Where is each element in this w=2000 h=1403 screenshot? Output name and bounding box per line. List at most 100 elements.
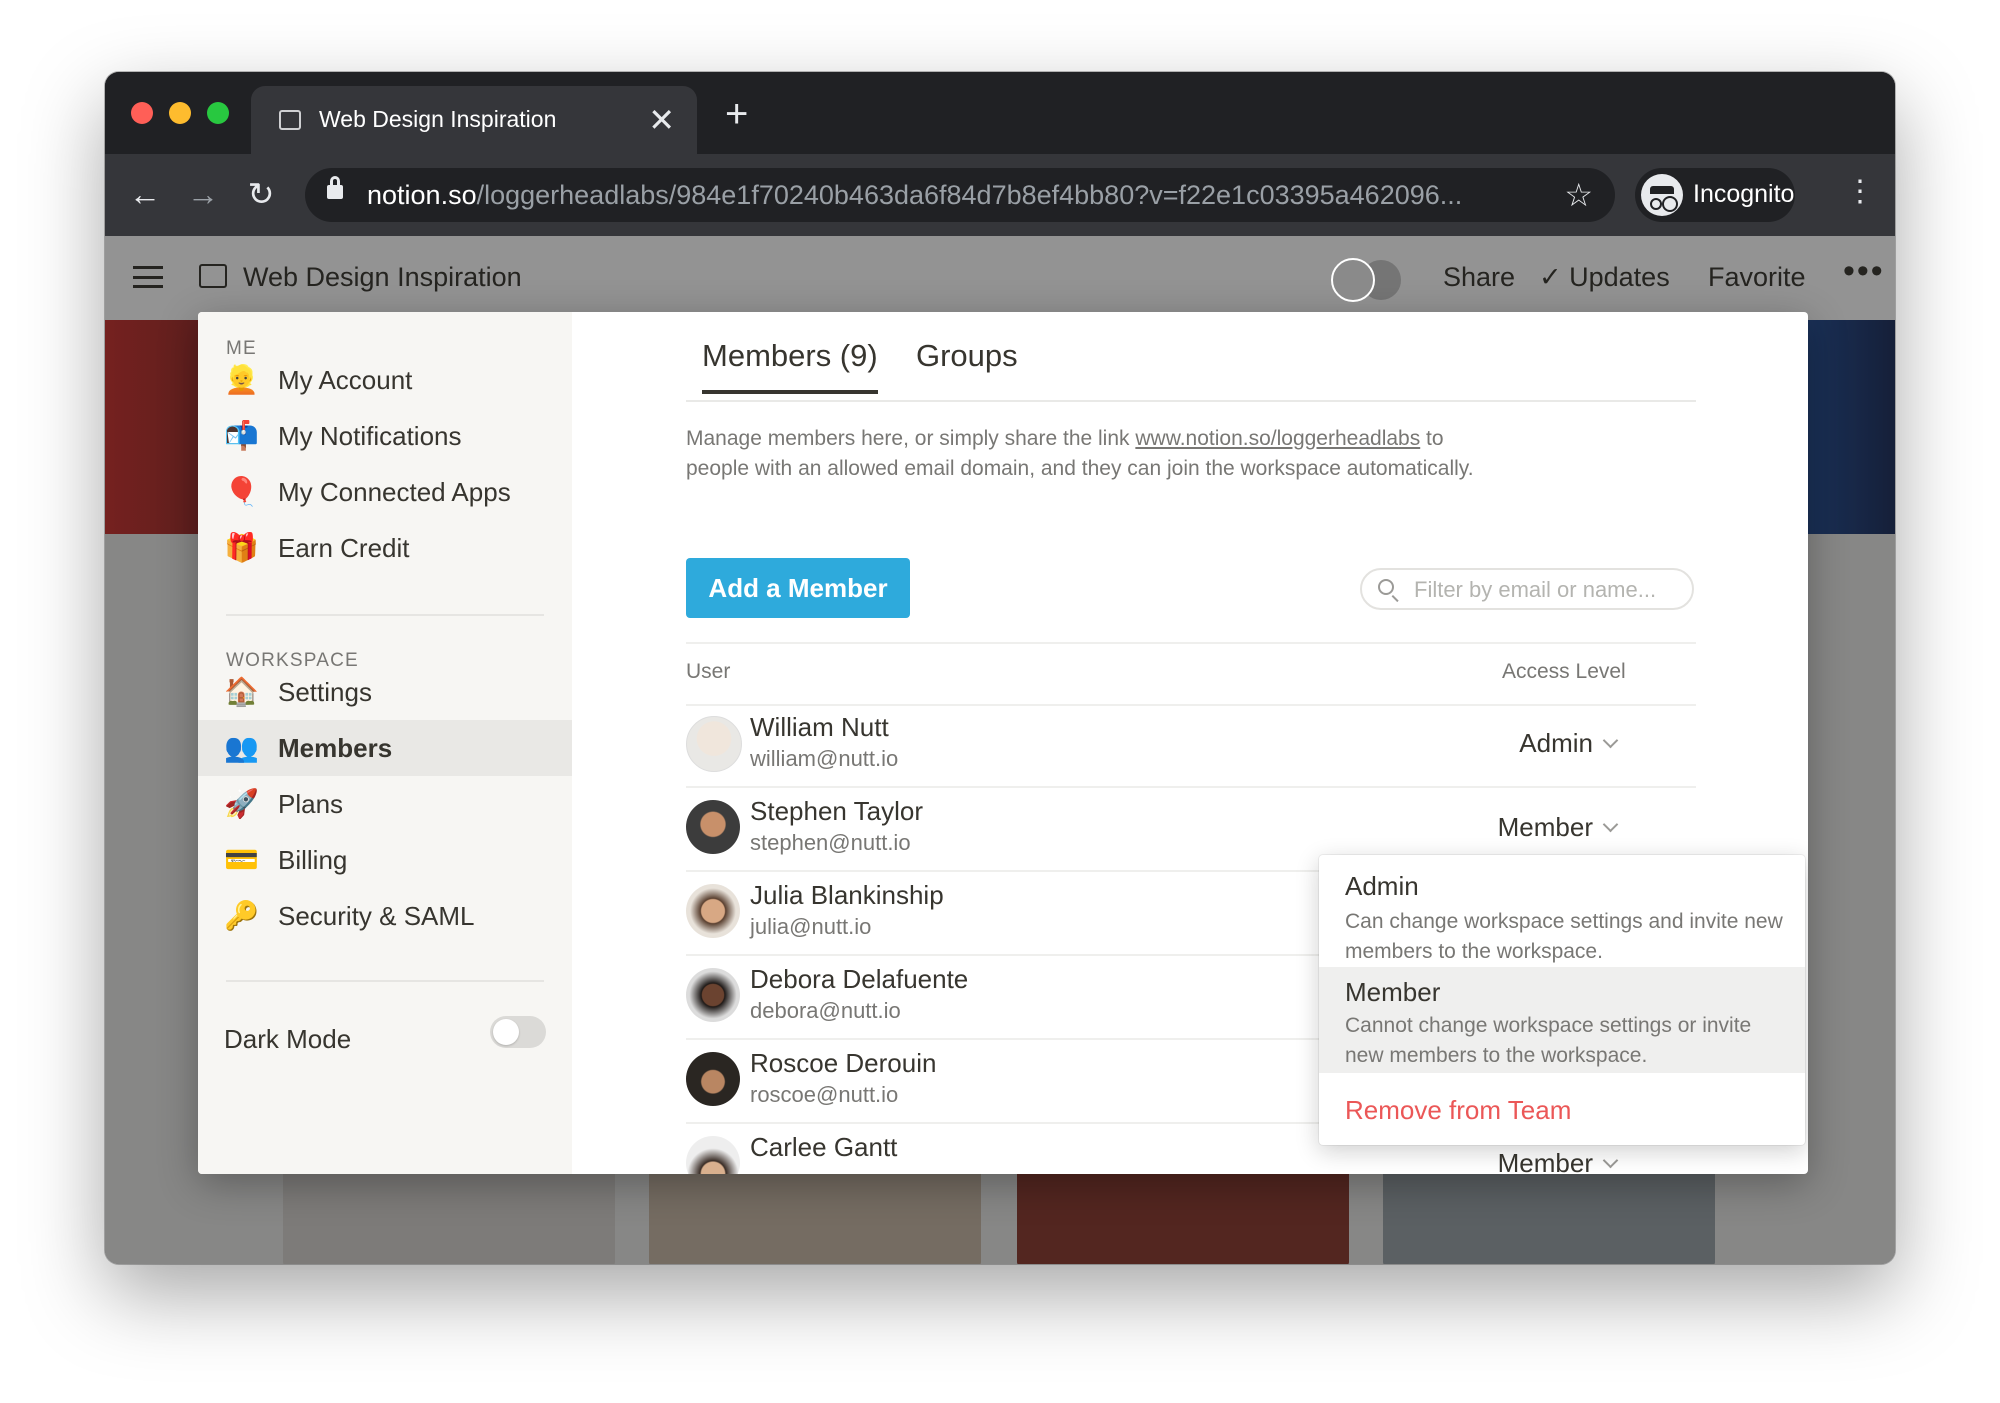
members-description: Manage members here, or simply share the… — [686, 424, 1506, 484]
reload-icon[interactable]: ↻ — [241, 174, 281, 214]
avatar — [686, 884, 740, 938]
access-level-value: Member — [1497, 812, 1593, 842]
member-email: debora@nutt.io — [750, 998, 901, 1023]
table-row: William Nutt william@nutt.io Admin — [686, 702, 1696, 788]
member-filter-input[interactable]: Filter by email or name... — [1360, 568, 1694, 610]
search-icon — [1378, 579, 1394, 595]
option-title: Admin — [1345, 871, 1419, 901]
sidebar-item-settings[interactable]: 🏠 Settings — [198, 664, 572, 720]
url-host: notion.so — [367, 180, 477, 210]
access-level-value: Admin — [1519, 728, 1593, 758]
page-favicon-icon — [279, 110, 301, 130]
sidebar-item-label: My Account — [278, 365, 413, 395]
remove-from-team-button[interactable]: Remove from Team — [1345, 1095, 1571, 1126]
url-path: /loggerheadlabs/984e1f70240b463da6f84d7b… — [476, 180, 1463, 210]
members-tabs: Members (9) Groups — [686, 312, 1696, 402]
bookmark-star-icon[interactable]: ☆ — [1564, 176, 1593, 214]
avatar — [686, 800, 740, 854]
settings-sidebar: ME 👱 My Account 📬 My Notifications 🎈 My … — [198, 312, 572, 1174]
tab-title: Web Design Inspiration — [319, 106, 557, 132]
sidebar-item-security-saml[interactable]: 🔑 Security & SAML — [198, 888, 572, 944]
mailbox-icon: 📬 — [224, 420, 259, 451]
member-name: Debora Delafuente — [750, 964, 969, 994]
incognito-label: Incognito — [1693, 180, 1795, 208]
tab-strip: Web Design Inspiration ✕ + — [105, 72, 1895, 154]
member-email: stephen@nutt.io — [750, 830, 911, 855]
sidebar-item-label: Settings — [278, 677, 372, 707]
minimize-window-button[interactable] — [169, 102, 191, 124]
add-member-button[interactable]: Add a Member — [686, 558, 910, 618]
menu-option-admin[interactable]: Admin Can change workspace settings and … — [1319, 855, 1805, 967]
member-name: Carlee Gantt — [750, 1132, 898, 1162]
workspace-share-link[interactable]: www.notion.so/loggerheadlabs — [1135, 427, 1420, 450]
rocket-icon: 🚀 — [224, 788, 259, 819]
house-icon: 🏠 — [224, 676, 259, 707]
address-bar[interactable]: notion.so/loggerheadlabs/984e1f70240b463… — [305, 168, 1615, 222]
filter-placeholder: Filter by email or name... — [1414, 577, 1657, 602]
access-level-dropdown[interactable]: Admin — [1519, 728, 1619, 759]
member-name: Roscoe Derouin — [750, 1048, 937, 1078]
balloon-icon: 🎈 — [224, 476, 259, 507]
sidebar-item-label: My Notifications — [278, 421, 462, 451]
member-name: Julia Blankinship — [750, 880, 944, 910]
option-description: Can change workspace settings and invite… — [1345, 910, 1783, 963]
credit-card-icon: 💳 — [224, 844, 259, 875]
chevron-down-icon — [1602, 1152, 1619, 1169]
avatar — [686, 1136, 740, 1174]
sidebar-divider — [226, 614, 544, 616]
tab-close-icon[interactable]: ✕ — [648, 100, 675, 140]
sidebar-item-label: Billing — [278, 845, 348, 875]
sidebar-item-label: Earn Credit — [278, 533, 410, 563]
sidebar-item-my-account[interactable]: 👱 My Account — [198, 352, 572, 408]
access-level-dropdown[interactable]: Member — [1497, 812, 1619, 843]
dark-mode-label: Dark Mode — [224, 1024, 352, 1054]
account-icon: 👱 — [224, 364, 259, 395]
lock-icon — [327, 176, 343, 199]
chevron-down-icon — [1602, 732, 1619, 749]
member-email: roscoe@nutt.io — [750, 1082, 899, 1107]
forward-arrow-icon[interactable]: → — [183, 174, 223, 214]
menu-option-member[interactable]: Member Cannot change workspace settings … — [1319, 967, 1805, 1073]
browser-menu-icon[interactable]: ⋮ — [1845, 172, 1875, 212]
access-level-value: Member — [1497, 1148, 1593, 1174]
people-icon: 👥 — [224, 732, 259, 763]
column-header-access-level: Access Level — [1502, 660, 1626, 683]
sidebar-item-my-notifications[interactable]: 📬 My Notifications — [198, 408, 572, 464]
avatar — [686, 968, 740, 1022]
member-name: Stephen Taylor — [750, 796, 923, 826]
sidebar-item-billing[interactable]: 💳 Billing — [198, 832, 572, 888]
sidebar-item-label: Members — [278, 733, 393, 763]
sidebar-item-members[interactable]: 👥 Members — [198, 720, 572, 776]
close-window-button[interactable] — [131, 102, 153, 124]
sidebar-item-label: Plans — [278, 789, 344, 819]
sidebar-item-earn-credit[interactable]: 🎁 Earn Credit — [198, 520, 572, 576]
tab-members[interactable]: Members (9) — [702, 338, 878, 394]
avatar — [686, 716, 742, 772]
tab-groups[interactable]: Groups — [916, 338, 1018, 374]
url-text[interactable]: notion.so/loggerheadlabs/984e1f70240b463… — [367, 180, 1462, 211]
back-arrow-icon[interactable]: ← — [125, 174, 165, 214]
sidebar-item-label: My Connected Apps — [278, 477, 511, 507]
member-name: William Nutt — [750, 712, 889, 742]
gift-icon: 🎁 — [224, 532, 259, 563]
access-level-dropdown[interactable]: Member — [1497, 1148, 1619, 1174]
members-table-header: User Access Level — [686, 642, 1696, 706]
zoom-window-button[interactable] — [207, 102, 229, 124]
column-header-user: User — [686, 660, 731, 683]
incognito-icon — [1641, 174, 1683, 216]
browser-toolbar: ← → ↻ notion.so/loggerheadlabs/984e1f702… — [105, 154, 1895, 236]
incognito-badge[interactable]: Incognito — [1635, 168, 1795, 222]
avatar — [1331, 258, 1375, 302]
option-title: Member — [1345, 977, 1441, 1007]
chevron-down-icon — [1602, 816, 1619, 833]
sidebar-item-plans[interactable]: 🚀 Plans — [198, 776, 572, 832]
browser-tab[interactable]: Web Design Inspiration ✕ — [251, 86, 697, 154]
new-tab-button[interactable]: + — [725, 94, 748, 134]
option-description: Cannot change workspace settings or invi… — [1345, 1014, 1752, 1067]
sidebar-item-my-connected-apps[interactable]: 🎈 My Connected Apps — [198, 464, 572, 520]
sidebar-divider — [226, 980, 544, 982]
dark-mode-toggle[interactable] — [490, 1016, 546, 1048]
member-email: julia@nutt.io — [750, 914, 872, 939]
avatar — [686, 1052, 740, 1106]
member-email: william@nutt.io — [750, 746, 899, 771]
